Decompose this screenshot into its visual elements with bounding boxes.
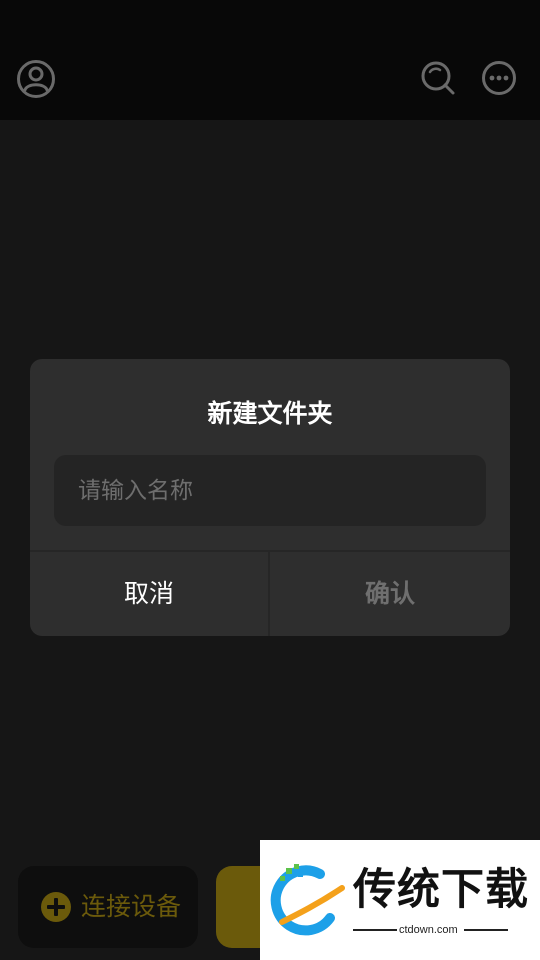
more-horizontal-icon[interactable] bbox=[479, 58, 519, 98]
plus-circle-icon bbox=[41, 892, 71, 922]
watermark-title: 传统下载 bbox=[353, 865, 529, 915]
cancel-button[interactable]: 取消 bbox=[30, 552, 268, 636]
confirm-button[interactable]: 确认 bbox=[270, 552, 510, 636]
watermark-divider-left bbox=[353, 929, 397, 931]
top-bar bbox=[0, 0, 540, 120]
watermark-logo: 传统下载 ctdown.com bbox=[260, 840, 540, 960]
watermark-url: ctdown.com bbox=[399, 924, 458, 936]
user-circle-icon[interactable] bbox=[14, 57, 58, 101]
dialog-title: 新建文件夹 bbox=[207, 399, 333, 428]
watermark-logo-icon bbox=[270, 864, 345, 936]
new-folder-dialog: 新建文件夹 取消 确认 bbox=[30, 359, 510, 636]
connect-device-label: 连接设备 bbox=[81, 892, 182, 921]
folder-name-input[interactable] bbox=[54, 455, 486, 526]
watermark-divider-right bbox=[464, 929, 508, 931]
search-icon[interactable] bbox=[418, 58, 458, 98]
connect-device-button[interactable]: 连接设备 bbox=[18, 866, 198, 948]
